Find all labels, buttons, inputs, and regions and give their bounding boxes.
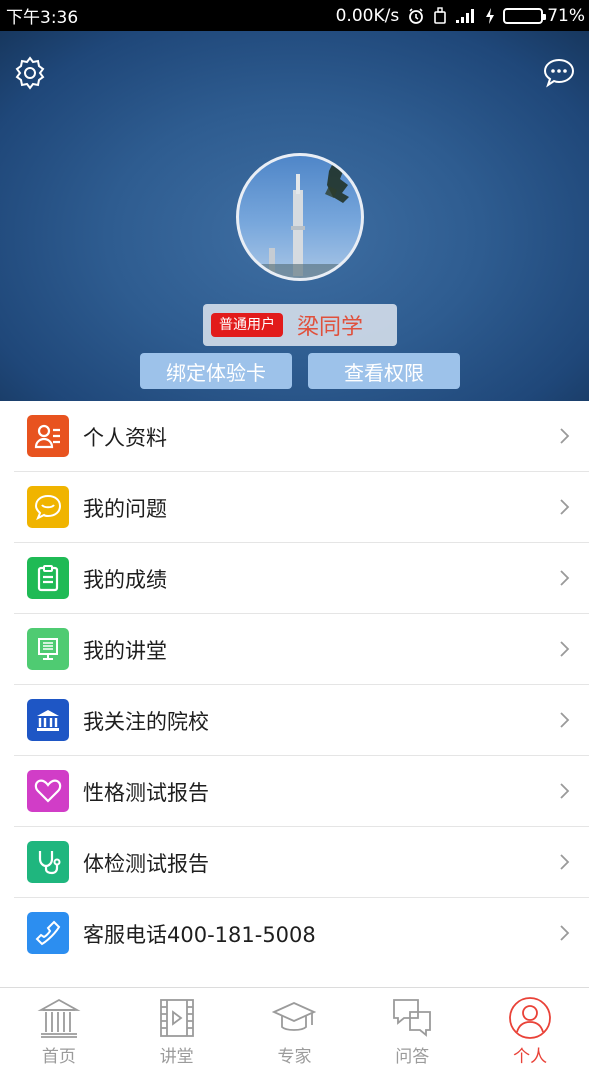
avatar[interactable] [236,153,364,281]
tab-label: 问答 [395,1047,430,1067]
charging-icon [486,7,495,24]
institution-icon [27,699,69,741]
lecture-screen-icon [27,628,69,670]
menu-item-customer-service-phone[interactable]: 客服电话400-181-5008 [0,898,589,969]
menu-item-followed-institutions[interactable]: 我关注的院校 [0,685,589,756]
chevron-right-icon [560,641,570,657]
menu-item-label: 我的成绩 [83,567,167,592]
signal-icon [456,8,475,23]
bind-trial-card-button[interactable]: 绑定体验卡 [140,353,292,389]
home-building-icon [37,998,81,1038]
status-bar: 下午3:36 0.00K/s 71% [0,0,589,31]
user-name: 梁同学 [297,315,364,340]
menu-item-label: 我的问题 [83,496,167,521]
chevron-right-icon [560,570,570,586]
stethoscope-icon [27,841,69,883]
profile-header: 普通用户 梁同学 绑定体验卡 查看权限 [0,31,589,401]
bottom-nav: 首页 讲堂 专家 问答 个人 [0,988,589,1070]
message-icon[interactable] [541,55,577,91]
tab-label: 首页 [41,1047,76,1067]
tab-qa[interactable]: 问答 [353,988,471,1070]
chevron-right-icon [560,499,570,515]
chat-boxes-icon [393,999,432,1037]
tab-lectures[interactable]: 讲堂 [118,988,236,1070]
tab-experts[interactable]: 专家 [236,988,354,1070]
film-icon [159,999,194,1037]
clipboard-icon [27,557,69,599]
menu-item-my-scores[interactable]: 我的成绩 [0,543,589,614]
user-type-badge: 普通用户 [211,313,283,337]
menu-list: 个人资料 我的问题 我的成绩 我的讲堂 我关注的院校 性格测试报告 体检测试报告… [0,401,589,969]
menu-item-profile[interactable]: 个人资料 [0,401,589,472]
user-info: 普通用户 梁同学 [203,304,397,346]
menu-item-personality-report[interactable]: 性格测试报告 [0,756,589,827]
tab-personal[interactable]: 个人 [471,988,589,1070]
profile-icon [27,415,69,457]
chevron-right-icon [560,712,570,728]
chevron-right-icon [560,854,570,870]
menu-item-label: 个人资料 [83,425,167,450]
heart-icon [27,770,69,812]
menu-item-label: 体检测试报告 [83,851,209,876]
menu-item-label: 我关注的院校 [83,709,209,734]
menu-item-my-questions[interactable]: 我的问题 [0,472,589,543]
notification-icon [434,6,447,24]
chevron-right-icon [560,783,570,799]
view-permissions-button[interactable]: 查看权限 [308,353,460,389]
tab-label: 专家 [277,1047,312,1067]
menu-item-my-lectures[interactable]: 我的讲堂 [0,614,589,685]
network-speed: 0.00K/s [335,5,400,26]
tab-label: 讲堂 [159,1047,194,1067]
chevron-right-icon [560,925,570,941]
menu-item-health-report[interactable]: 体检测试报告 [0,827,589,898]
chat-bubble-icon [27,486,69,528]
avatar-tower-image [239,161,361,278]
chevron-right-icon [560,428,570,444]
graduation-cap-icon [272,1002,317,1031]
tab-label: 个人 [513,1047,548,1067]
menu-item-label: 我的讲堂 [83,638,167,663]
alarm-icon [409,7,424,24]
status-time: 下午3:36 [6,8,79,28]
battery-indicator: 71% [503,6,585,26]
phone-icon [27,912,69,954]
person-icon [509,997,551,1039]
menu-item-label: 性格测试报告 [83,780,209,805]
battery-percent: 71% [547,5,585,26]
menu-item-label: 客服电话400-181-5008 [83,922,316,947]
gear-icon[interactable] [12,55,48,91]
tab-home[interactable]: 首页 [0,988,118,1070]
